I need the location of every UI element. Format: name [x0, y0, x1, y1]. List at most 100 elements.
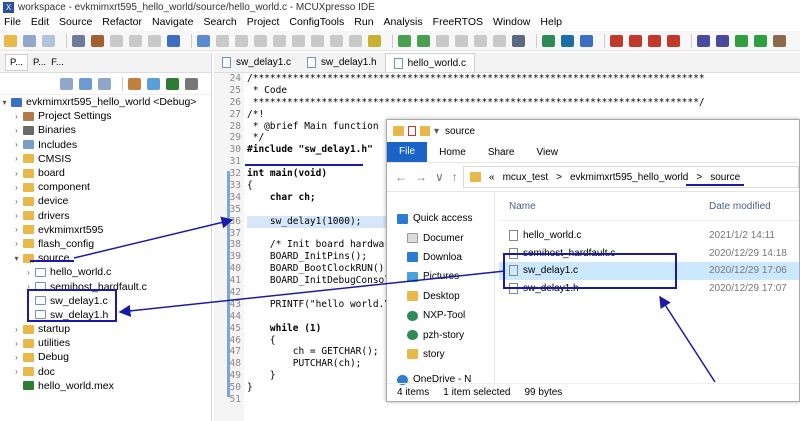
chevron-right-icon[interactable]: ›: [24, 268, 33, 277]
chevron-right-icon[interactable]: ›: [12, 169, 21, 178]
chevron-down-icon[interactable]: ▾: [12, 254, 21, 263]
nav-item[interactable]: Desktop: [387, 287, 494, 306]
tab-peripherals[interactable]: P...: [33, 57, 46, 68]
step-into-icon[interactable]: [311, 34, 324, 47]
nav-item[interactable]: pzh-story: [387, 325, 494, 344]
config-tools-icon[interactable]: [542, 34, 555, 47]
usb-icon[interactable]: [667, 34, 680, 47]
menu-edit[interactable]: Edit: [31, 16, 49, 28]
menu-refactor[interactable]: Refactor: [102, 16, 142, 28]
save-all-icon[interactable]: [42, 34, 55, 47]
tree-item[interactable]: › board: [0, 166, 212, 180]
menu-file[interactable]: File: [4, 16, 21, 28]
tree-item[interactable]: › hello_world.c: [0, 265, 212, 279]
step-return-icon[interactable]: [349, 34, 362, 47]
tree-item[interactable]: › startup: [0, 322, 212, 336]
redo-icon[interactable]: [148, 34, 161, 47]
menu-help[interactable]: Help: [540, 16, 562, 28]
core-icon[interactable]: [455, 34, 468, 47]
new-icon[interactable]: [4, 34, 17, 47]
chevron-right-icon[interactable]: ›: [12, 225, 21, 234]
link-icon[interactable]: [610, 34, 623, 47]
menu-freertos[interactable]: FreeRTOS: [433, 16, 483, 28]
nav-item[interactable]: NXP-Tool: [387, 306, 494, 325]
chevron-right-icon[interactable]: ›: [12, 183, 21, 192]
probe-icon[interactable]: [474, 34, 487, 47]
menu-configtools[interactable]: ConfigTools: [289, 16, 344, 28]
run-dropdown-icon[interactable]: [754, 34, 767, 47]
collapse-all-icon[interactable]: [60, 77, 73, 90]
run-icon[interactable]: [735, 34, 748, 47]
terminate-icon[interactable]: [273, 34, 286, 47]
tree-item-source[interactable]: ▾ source: [0, 251, 212, 265]
tree-item[interactable]: › Project Settings: [0, 109, 212, 123]
tree-project-root[interactable]: ▾ evkmimxrt595_hello_world <Debug>: [0, 95, 212, 109]
chevron-right-icon[interactable]: ›: [12, 339, 21, 348]
tree-item[interactable]: hello_world.mex: [0, 379, 212, 393]
tab-project-explorer[interactable]: P...: [5, 54, 29, 71]
nav-item[interactable]: Downloa: [387, 248, 494, 267]
chevron-right-icon[interactable]: ›: [12, 126, 21, 135]
step-icon[interactable]: [216, 34, 229, 47]
column-date-modified[interactable]: Date modified: [709, 201, 771, 212]
mcux-icon[interactable]: [166, 77, 179, 90]
tree-item[interactable]: › Includes: [0, 138, 212, 152]
debug-view-icon[interactable]: [398, 34, 411, 47]
suspend-icon[interactable]: [254, 34, 267, 47]
quick-access-dropdown-icon[interactable]: ▾: [434, 126, 439, 137]
project-settings-icon[interactable]: [128, 77, 141, 90]
menu-window[interactable]: Window: [493, 16, 530, 28]
undo-icon[interactable]: [129, 34, 142, 47]
chevron-right-icon[interactable]: ›: [12, 239, 21, 248]
menu-search[interactable]: Search: [203, 16, 236, 28]
ribbon-tab-home[interactable]: Home: [439, 147, 466, 158]
tab-sw-delay1-c[interactable]: sw_delay1.c: [214, 53, 299, 72]
save-icon[interactable]: [23, 34, 36, 47]
breadcrumb-overflow[interactable]: «: [489, 172, 495, 183]
filter-icon[interactable]: [98, 77, 111, 90]
menu-navigate[interactable]: Navigate: [152, 16, 193, 28]
file-row[interactable]: hello_world.c 2021/1/2 14:11: [499, 227, 799, 245]
resume-icon[interactable]: [235, 34, 248, 47]
menu-source[interactable]: Source: [59, 16, 92, 28]
reset-icon[interactable]: [436, 34, 449, 47]
tab-hello-world-c[interactable]: hello_world.c: [384, 53, 475, 72]
breadcrumb-project[interactable]: evkmimxrt595_hello_world: [570, 172, 688, 183]
chevron-right-icon[interactable]: ›: [12, 112, 21, 121]
gear-icon[interactable]: [512, 34, 525, 47]
tab-faults[interactable]: F...: [51, 57, 64, 68]
chevron-right-icon[interactable]: ›: [12, 211, 21, 220]
nav-quick-access[interactable]: Quick access: [387, 209, 494, 228]
peripherals-icon[interactable]: [580, 34, 593, 47]
sync-icon[interactable]: [147, 77, 160, 90]
tree-item[interactable]: › doc: [0, 365, 212, 379]
pointer-icon[interactable]: [197, 34, 210, 47]
nav-item[interactable]: Documer: [387, 228, 494, 247]
chevron-right-icon[interactable]: ›: [12, 353, 21, 362]
stop-icon[interactable]: [648, 34, 661, 47]
chevron-right-icon[interactable]: ›: [12, 367, 21, 376]
breadcrumb-source[interactable]: source: [710, 172, 740, 183]
build-config-icon[interactable]: [110, 34, 123, 47]
nav-buttons[interactable]: ←→∨↑: [387, 170, 463, 184]
ribbon-tab-share[interactable]: Share: [488, 147, 515, 158]
menu-project[interactable]: Project: [247, 16, 280, 28]
menu-run[interactable]: Run: [354, 16, 373, 28]
nav-item[interactable]: story: [387, 345, 494, 364]
tab-sw-delay1-h[interactable]: sw_delay1.h: [299, 53, 385, 72]
nav-item[interactable]: Pictures: [387, 267, 494, 286]
disconnect-icon[interactable]: [292, 34, 305, 47]
tree-item[interactable]: › CMSIS: [0, 152, 212, 166]
tree-item[interactable]: › device: [0, 194, 212, 208]
instruction-step-icon[interactable]: [368, 34, 381, 47]
build-hammer-icon[interactable]: [91, 34, 104, 47]
flash-icon[interactable]: [493, 34, 506, 47]
pins-icon[interactable]: [561, 34, 574, 47]
tree-item[interactable]: › drivers: [0, 209, 212, 223]
launch-icon[interactable]: [417, 34, 430, 47]
chevron-right-icon[interactable]: ›: [12, 325, 21, 334]
tree-item[interactable]: › Debug: [0, 350, 212, 364]
properties-icon[interactable]: [408, 126, 416, 136]
menu-analysis[interactable]: Analysis: [384, 16, 423, 28]
link-editor-icon[interactable]: [79, 77, 92, 90]
